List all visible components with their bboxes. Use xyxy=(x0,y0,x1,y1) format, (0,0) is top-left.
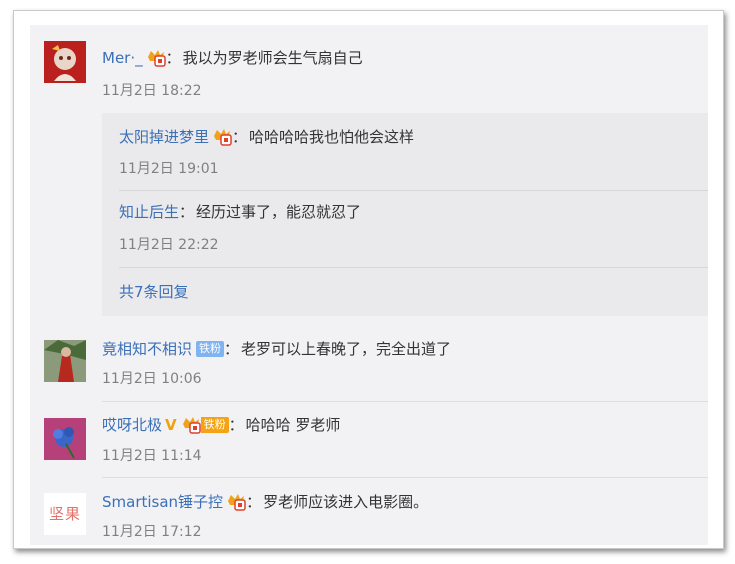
username-link[interactable]: Smartisan锤子控 xyxy=(102,492,223,512)
avatar-logo-text: 坚果 xyxy=(48,505,81,523)
divider xyxy=(119,190,708,191)
divider xyxy=(102,477,708,478)
comment-text: 罗老师应该进入电影圈。 xyxy=(263,493,429,511)
username-link[interactable]: Mer·_ xyxy=(102,48,143,68)
avatar[interactable] xyxy=(44,41,86,83)
comment-list: Mer·_ ： 我以为罗老师会生气扇自己 11月2日 18:22 太阳掉进梦里 … xyxy=(30,25,708,545)
divider xyxy=(119,267,708,268)
verified-v-icon[interactable]: V xyxy=(165,415,177,435)
member-crown-icon[interactable] xyxy=(146,49,166,67)
comment-time: 11月2日 11:14 xyxy=(102,448,202,464)
avatar-image xyxy=(44,340,86,382)
avatar[interactable] xyxy=(44,418,86,460)
comment-text: 我以为罗老师会生气扇自己 xyxy=(182,49,363,67)
reply-text: 经历过事了，能忍就忍了 xyxy=(196,203,362,221)
reply-panel: 太阳掉进梦里 ： 哈哈哈哈我也怕他会这样 11月2日 19:01 知止后生 ： … xyxy=(102,113,708,316)
reply-line: 太阳掉进梦里 ： 哈哈哈哈我也怕他会这样 xyxy=(119,127,414,147)
fan-badge[interactable]: 铁粉 xyxy=(196,341,225,357)
colon: ： xyxy=(246,493,262,511)
username-link[interactable]: 竟相知不相识 xyxy=(102,339,192,359)
reply-time: 11月2日 19:01 xyxy=(119,161,219,177)
colon: ： xyxy=(228,416,244,434)
comment-line: 哎呀北极 V 铁粉 ： 哈哈哈 罗老师 xyxy=(102,415,340,435)
comment-text: 老罗可以上春晚了，完全出道了 xyxy=(241,340,452,358)
username-link[interactable]: 哎呀北极 xyxy=(102,415,162,435)
comment-time: 11月2日 18:22 xyxy=(102,83,202,99)
member-crown-icon[interactable] xyxy=(212,128,232,146)
more-replies-link[interactable]: 共7条回复 xyxy=(119,281,189,302)
comment-text: 哈哈哈 罗老师 xyxy=(245,416,341,434)
reply-text: 哈哈哈哈我也怕他会这样 xyxy=(249,128,415,146)
colon: ： xyxy=(232,128,248,146)
reply-line: 知止后生 ： 经历过事了，能忍就忍了 xyxy=(119,202,361,222)
comment-line: 竟相知不相识 铁粉 ： 老罗可以上春晚了，完全出道了 xyxy=(102,339,451,359)
avatar[interactable]: 坚果 xyxy=(44,493,86,535)
username-link[interactable]: 太阳掉进梦里 xyxy=(119,127,209,147)
comment-line: Smartisan锤子控 ： 罗老师应该进入电影圈。 xyxy=(102,492,428,512)
avatar-image xyxy=(44,41,86,83)
colon: ： xyxy=(165,49,181,67)
divider xyxy=(102,401,708,402)
colon: ： xyxy=(224,340,240,358)
fan-badge[interactable]: 铁粉 xyxy=(200,417,229,433)
member-crown-icon[interactable] xyxy=(226,493,246,511)
avatar-image xyxy=(44,418,86,460)
colon: ： xyxy=(179,203,195,221)
comment-line: Mer·_ ： 我以为罗老师会生气扇自己 xyxy=(102,48,363,68)
comment-time: 11月2日 17:12 xyxy=(102,524,202,540)
username-link[interactable]: 知止后生 xyxy=(119,202,179,222)
comment-time: 11月2日 10:06 xyxy=(102,371,202,387)
member-crown-icon[interactable] xyxy=(181,416,201,434)
reply-time: 11月2日 22:22 xyxy=(119,237,219,253)
avatar[interactable] xyxy=(44,340,86,382)
comment-card: Mer·_ ： 我以为罗老师会生气扇自己 11月2日 18:22 太阳掉进梦里 … xyxy=(13,10,724,549)
